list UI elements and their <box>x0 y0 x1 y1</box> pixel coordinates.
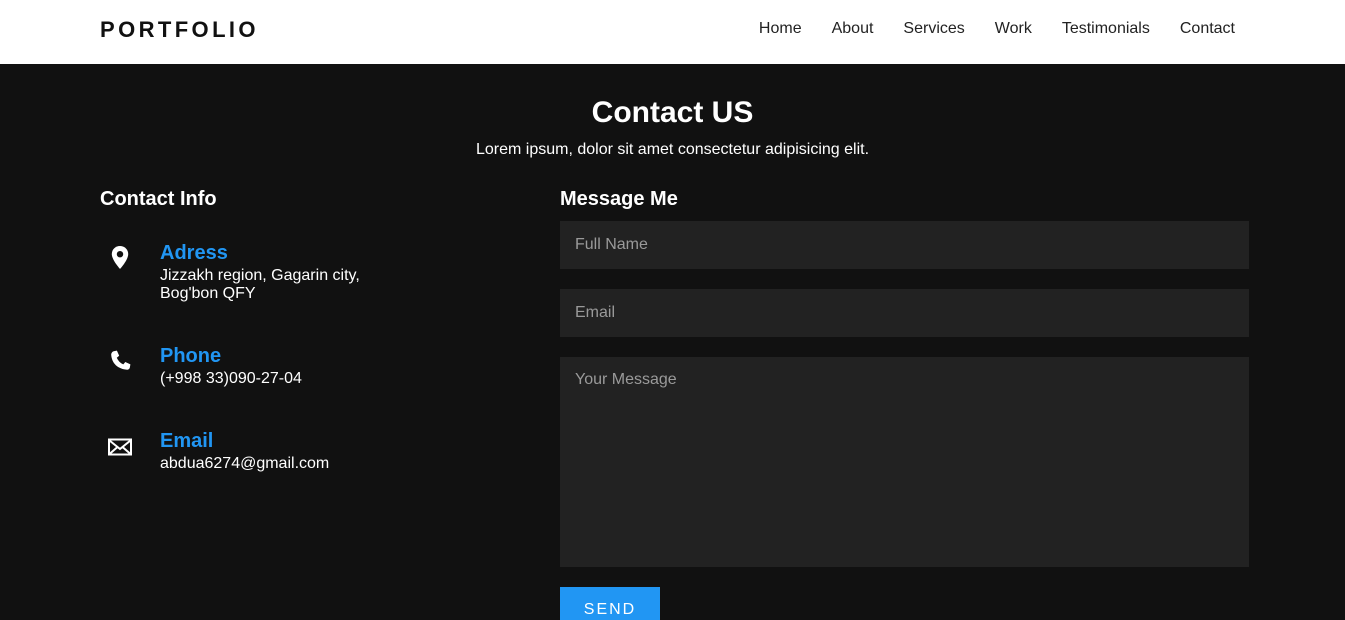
section-subtitle: Lorem ipsum, dolor sit amet consectetur … <box>475 141 870 158</box>
location-pin-icon <box>106 244 134 272</box>
address-line: Bog'bon QFY <box>160 285 256 302</box>
address-label: Adress <box>160 242 228 264</box>
phone-icon <box>106 347 134 375</box>
phone-value: (+998 33)090-27-04 <box>160 370 302 387</box>
email-input[interactable] <box>560 289 1249 337</box>
address-value: Jizzakh region, Gagarin city, Bog'bon QF… <box>160 267 460 303</box>
nav-testimonials-link[interactable]: Testimonials <box>1062 19 1150 39</box>
nav-contact-link[interactable]: Contact <box>1180 19 1235 39</box>
nav-about-link[interactable]: About <box>832 19 874 39</box>
email-label: Email <box>160 430 214 452</box>
message-form-title: Message Me <box>560 188 678 210</box>
nav-home-link[interactable]: Home <box>759 19 802 39</box>
email-value: abdua6274@gmail.com <box>160 455 330 472</box>
address-line: Jizzakh region, Gagarin city, <box>160 267 360 284</box>
section-title: Contact US <box>591 96 754 129</box>
nav-services-link[interactable]: Services <box>903 19 964 39</box>
main-nav: Home About Services Work Testimonials Co… <box>759 19 1235 39</box>
nav-work-link[interactable]: Work <box>995 19 1032 39</box>
contact-section: Contact US Lorem ipsum, dolor sit amet c… <box>0 64 1345 620</box>
send-button[interactable]: SEND <box>560 587 660 620</box>
navbar: PORTFOLIO Home About Services Work Testi… <box>0 0 1345 64</box>
envelope-icon <box>106 433 134 461</box>
full-name-input[interactable] <box>560 221 1249 269</box>
contact-info-title: Contact Info <box>100 188 217 210</box>
logo[interactable]: PORTFOLIO <box>100 16 259 44</box>
message-textarea[interactable] <box>560 357 1249 567</box>
phone-label: Phone <box>160 345 222 367</box>
